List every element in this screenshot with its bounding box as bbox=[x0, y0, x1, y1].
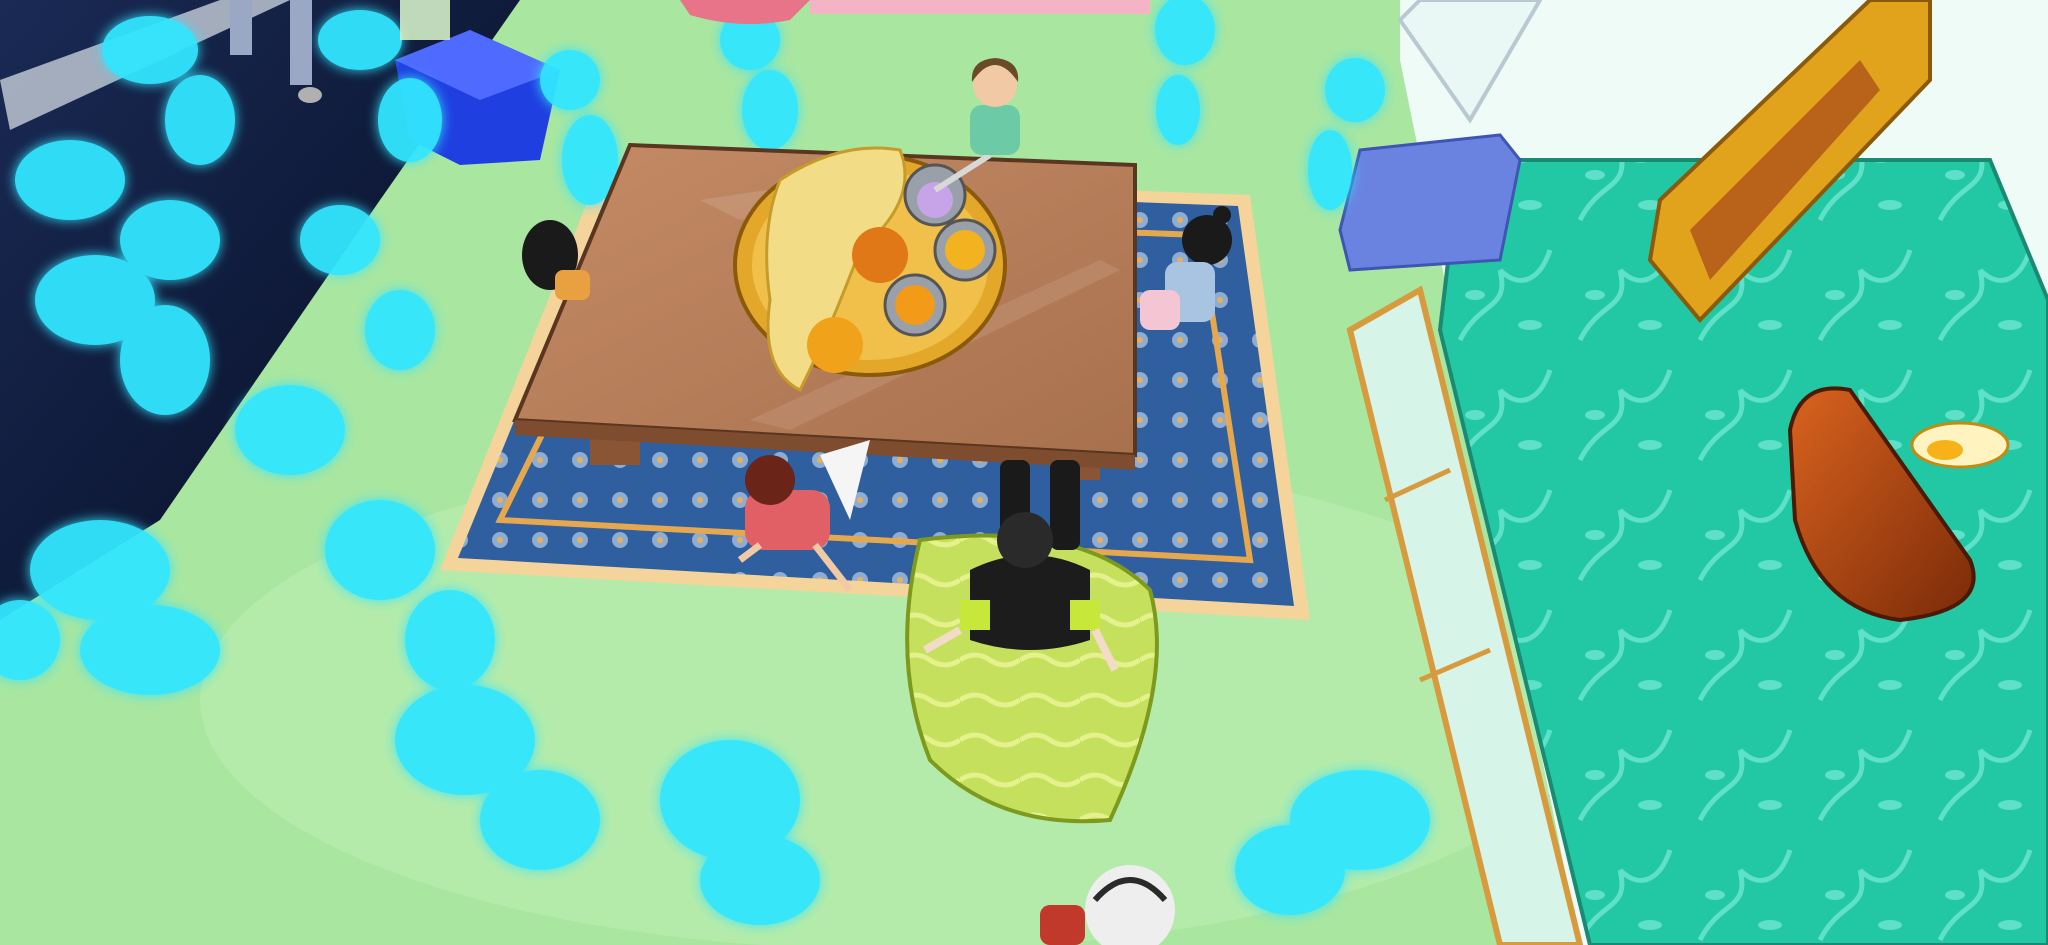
pink-bed-edge bbox=[810, 0, 1150, 14]
game-scene[interactable] bbox=[0, 0, 2048, 945]
blue-floor-cushion[interactable] bbox=[1338, 133, 1522, 272]
avatar-top[interactable] bbox=[970, 58, 1020, 155]
